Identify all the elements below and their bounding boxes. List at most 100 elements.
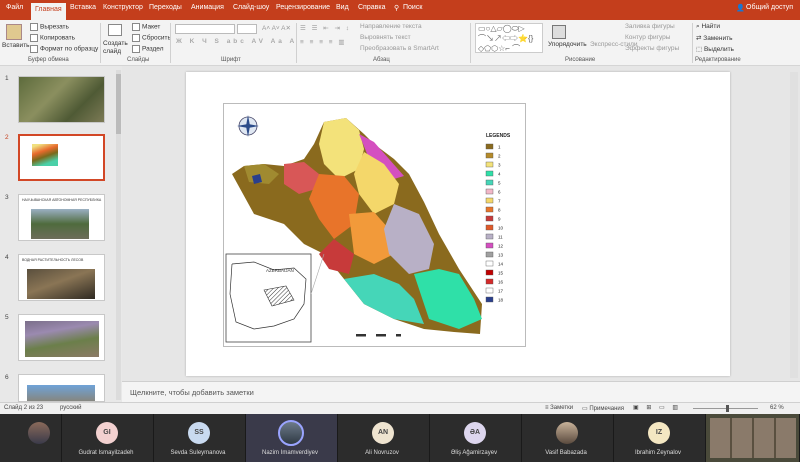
ribbon: Вставить Вырезать Копировать Формат по о…	[0, 20, 800, 66]
shape-fill-button[interactable]: Заливка фигуры	[625, 23, 675, 30]
font-name-input[interactable]	[175, 24, 235, 34]
slide-thumb-5[interactable]	[18, 314, 105, 361]
layout-button[interactable]: Макет	[132, 23, 160, 31]
legend-swatch	[485, 152, 494, 159]
format-painter-button[interactable]: Формат по образцу	[30, 45, 98, 53]
tab-file[interactable]: Файл	[6, 4, 23, 11]
slide-scrollbar[interactable]	[790, 72, 798, 378]
participant-name: Əliş Ağamirzayev	[450, 450, 498, 456]
slide-thumb-2[interactable]	[18, 134, 105, 181]
legend-swatch	[485, 197, 494, 204]
video-grid-tile[interactable]	[706, 414, 800, 462]
notes-pane[interactable]: Щелкните, чтобы добавить заметки	[122, 381, 800, 402]
ribbon-tab-bar: Файл Главная Вставка Конструктор Переход…	[0, 0, 800, 20]
legend-label: 9	[498, 217, 501, 222]
paste-button[interactable]: Вставить	[2, 42, 30, 49]
slide-thumb-6[interactable]	[18, 374, 105, 402]
participant-tile[interactable]: IZ Ibrahim Zeynalov	[614, 414, 706, 462]
language-indicator[interactable]: русский	[60, 405, 82, 411]
comments-toggle[interactable]: ▭ Примечания	[582, 405, 624, 412]
notes-toggle[interactable]: ≡ Заметки	[545, 405, 573, 411]
share-button[interactable]: Общий доступ	[746, 4, 793, 11]
share-icon[interactable]: 👤	[736, 4, 745, 12]
legend-swatch	[485, 278, 494, 285]
participant-tile-active[interactable]: Nazim Imamverdiyev	[246, 414, 338, 462]
avatar	[278, 420, 304, 446]
new-slide-button[interactable]: Создать слайд	[103, 40, 129, 56]
participant-tile[interactable]: GI Gudrat Ismayilzadeh	[62, 414, 154, 462]
divider	[296, 23, 297, 63]
select-button[interactable]: ⬚ Выделить	[696, 45, 734, 53]
participant-tile[interactable]: SS Sevda Suleymanova	[154, 414, 246, 462]
font-size-input[interactable]	[237, 24, 257, 34]
find-button[interactable]: ⌕ Найти	[696, 23, 720, 31]
shape-outline-button[interactable]: Контур фигуры	[625, 34, 670, 41]
slide-thumb-4[interactable]: ВОДНАЯ РАСТИТЕЛЬНОСТЬ ЛЕСОВ	[18, 254, 105, 301]
legend-label: 15	[498, 271, 504, 276]
participant-tile[interactable]: ƏA Əliş Ağamirzayev	[430, 414, 522, 462]
replace-button[interactable]: ⇄ Заменить	[696, 34, 732, 42]
font-size-controls[interactable]: A˄ A˅ A✕	[262, 24, 291, 32]
participant-name: Ali Novruzov	[365, 450, 399, 456]
legend-label: 14	[498, 262, 504, 267]
scrollbar-thumb[interactable]	[116, 74, 121, 134]
thumbs-scrollbar[interactable]	[116, 70, 121, 400]
section-button[interactable]: Раздел	[132, 45, 163, 53]
shapes-gallery[interactable]: ▭○△▱◯⬭▷ ⌒↘↗⇦⇨⭐{} ◇⬠⬡☆⌐ ⌒	[475, 23, 543, 53]
text-direction-button[interactable]: Направление текста	[360, 23, 422, 30]
smartart-button[interactable]: Преобразовать в SmartArt	[360, 45, 439, 52]
section-icon	[132, 45, 140, 53]
arrange-button[interactable]: Упорядочить	[548, 41, 587, 48]
zoom-slider-thumb[interactable]	[726, 405, 729, 412]
group-editing: Редактирование	[695, 57, 741, 63]
inset-label: AZERBAIJAN	[266, 268, 294, 273]
align-buttons[interactable]: ≡ ≡ ≡ ≡ ▥	[300, 38, 347, 46]
tab-home[interactable]: Главная	[31, 3, 66, 20]
align-text-button[interactable]: Выровнять текст	[360, 34, 411, 41]
paste-icon[interactable]	[6, 24, 22, 40]
avatar	[28, 422, 50, 444]
tab-view[interactable]: Вид	[336, 4, 349, 11]
view-buttons[interactable]: ▣ ⊞ ▭ ▥	[633, 404, 681, 411]
tab-insert[interactable]: Вставка	[70, 4, 96, 11]
tab-review[interactable]: Рецензирование	[276, 4, 330, 11]
geological-map[interactable]: AZERBAIJAN LEGENDS 1 2 3 4 5 6 7 8 9 10 11 12 13 14 15…	[223, 103, 526, 347]
participant-tile[interactable]: Vasif Babazada	[522, 414, 614, 462]
tab-help[interactable]: Справка	[358, 4, 385, 11]
shape-effects-button[interactable]: Эффекты фигуры	[625, 45, 679, 52]
participant-tile[interactable]: AN Ali Novruzov	[338, 414, 430, 462]
legend-swatch	[485, 179, 494, 186]
divider	[470, 23, 471, 63]
slide-thumb-3[interactable]: НАХЧЫВАНСКАЯ АВТОНОМНАЯ РЕСПУБЛИКА	[18, 194, 105, 241]
list-buttons[interactable]: ☰ ☰ ⇤ ⇥ ↕	[300, 24, 351, 32]
copy-button[interactable]: Копировать	[30, 34, 75, 42]
new-slide-icon[interactable]	[108, 24, 122, 36]
cut-button[interactable]: Вырезать	[30, 23, 69, 31]
tab-transitions[interactable]: Переходы	[149, 4, 182, 11]
tab-slideshow[interactable]: Слайд-шоу	[233, 4, 269, 11]
search-icon[interactable]: ⚲	[394, 4, 399, 12]
tab-animations[interactable]: Анимация	[191, 4, 224, 11]
reset-button[interactable]: Сбросить	[132, 34, 171, 42]
participant-name: Ibrahim Zeynalov	[634, 450, 682, 456]
slide-thumb-1[interactable]	[18, 76, 105, 123]
legend-swatch	[485, 296, 494, 303]
legend-label: 1	[498, 145, 501, 150]
legend-swatch	[485, 170, 494, 177]
zoom-level[interactable]: 62 %	[770, 405, 784, 411]
participant-tile[interactable]	[0, 414, 62, 462]
divider	[170, 23, 171, 63]
tab-design[interactable]: Конструктор	[103, 4, 143, 11]
arrange-icon[interactable]	[552, 25, 566, 39]
legend-swatch	[485, 215, 494, 222]
layout-icon	[132, 23, 140, 31]
font-style-buttons[interactable]: Ж K Ч S abc AV Aa A	[176, 38, 297, 45]
legend-swatch	[485, 269, 494, 276]
avatar	[556, 422, 578, 444]
tab-search[interactable]: Поиск	[403, 4, 422, 11]
notes-placeholder[interactable]: Щелкните, чтобы добавить заметки	[130, 388, 254, 397]
slide-thumbnails-pane: 1 2 3 НАХЧЫВАНСКАЯ АВТОНОМНАЯ РЕСПУБЛИКА…	[0, 66, 122, 402]
legend-label: 10	[498, 226, 504, 231]
legend-label: 6	[498, 190, 501, 195]
group-paragraph: Абзац	[373, 57, 390, 63]
